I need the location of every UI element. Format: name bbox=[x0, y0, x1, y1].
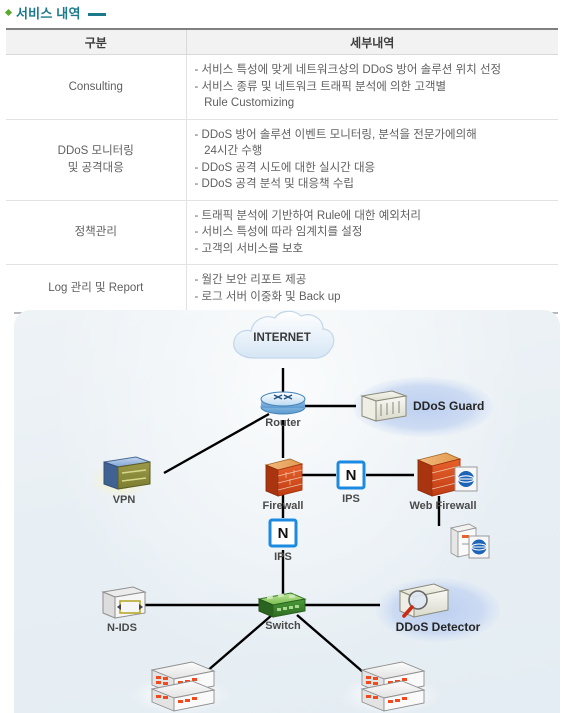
nids-label: N-IDS bbox=[107, 622, 137, 634]
page-root: 서비스 내역 구분 세부내역 Consulting - 서비스 특성에 맞게 네… bbox=[0, 0, 564, 713]
switch-label: Switch bbox=[265, 620, 301, 632]
row-category: Consulting bbox=[6, 54, 187, 120]
vpn-label: VPN bbox=[113, 494, 136, 506]
ips-mid-label: IPS bbox=[274, 551, 292, 563]
ips-top-label: IPS bbox=[342, 493, 360, 505]
internet-cloud-node[interactable]: INTERNET bbox=[233, 310, 335, 359]
table-header-category: 구분 bbox=[6, 30, 187, 55]
detail-line: - 트래픽 분석에 기반하여 Rule에 대한 예외처리 bbox=[194, 209, 422, 222]
server-stack-left[interactable] bbox=[150, 661, 216, 712]
section-title: 서비스 내역 bbox=[4, 2, 106, 22]
nids-node[interactable]: N-IDS bbox=[101, 586, 147, 634]
detail-line: Rule Customizing bbox=[194, 97, 295, 109]
detail-line: - 고객의 서비스를 보호 bbox=[194, 242, 304, 255]
detail-line: - DDoS 공격 분석 및 대응책 수립 bbox=[194, 178, 354, 190]
link-router-vpn bbox=[163, 412, 270, 475]
service-table-wrapper: 구분 세부내역 Consulting - 서비스 특성에 맞게 네트워크상의 D… bbox=[6, 28, 558, 314]
router-node[interactable]: Router bbox=[260, 391, 306, 429]
ips-mid-letter: N bbox=[278, 525, 289, 542]
row-details: - 트래픽 분석에 기반하여 Rule에 대한 예외처리 - 서비스 특성에 따… bbox=[186, 200, 558, 265]
link-switch-serverleft bbox=[205, 614, 273, 673]
detail-line: - 로그 서버 이중화 및 Back up bbox=[194, 290, 341, 303]
table-header-row: 구분 세부내역 bbox=[6, 30, 558, 55]
diagram-left-gutter bbox=[0, 302, 14, 713]
link-switch-serverright bbox=[296, 614, 364, 673]
row-category: DDoS 모니터링 및 공격대응 bbox=[6, 119, 187, 201]
ddos-detector-label: DDoS Detector bbox=[396, 620, 481, 634]
detail-line: - 서비스 특성에 맞게 네트워크상의 DDoS 방어 솔루션 위치 선정 bbox=[194, 64, 502, 76]
detail-line: - DDoS 공격 시도에 대한 실시간 대응 bbox=[194, 161, 376, 174]
web-firewall-label: Web Firewall bbox=[409, 500, 476, 512]
web-server-node[interactable] bbox=[449, 523, 490, 559]
table-row: DDoS 모니터링 및 공격대응 - DDoS 방어 솔루션 이벤트 모니터링,… bbox=[6, 119, 558, 201]
router-label: Router bbox=[265, 417, 301, 429]
switch-node[interactable]: Switch bbox=[257, 592, 307, 632]
network-diagram-panel: INTERNET Router DDoS Guard VPN Firewall … bbox=[14, 310, 560, 713]
detail-line: 24시간 수행 bbox=[194, 145, 263, 157]
table-header-details: 세부내역 bbox=[186, 30, 558, 55]
ips-mid-node[interactable]: N IPS bbox=[268, 518, 298, 563]
title-underline-rule bbox=[87, 12, 106, 16]
network-diagram-svg: INTERNET Router DDoS Guard VPN Firewall … bbox=[90, 310, 500, 713]
web-firewall-node[interactable]: Web Firewall bbox=[409, 452, 478, 512]
section-title-text: 서비스 내역 bbox=[16, 5, 81, 21]
row-details: - 월간 보안 리포트 제공 - 로그 서버 이중화 및 Back up bbox=[186, 265, 558, 313]
detail-line: - 서비스 종류 및 네트워크 트래픽 분석에 의한 고객별 bbox=[194, 80, 447, 93]
ddos-guard-label: DDoS Guard bbox=[413, 399, 484, 413]
firewall-node[interactable]: Firewall bbox=[263, 458, 304, 512]
ips-top-letter: N bbox=[346, 467, 357, 484]
row-details: - DDoS 방어 솔루션 이벤트 모니터링, 분석을 전문가에의해 24시간 … bbox=[186, 119, 558, 201]
row-details: - 서비스 특성에 맞게 네트워크상의 DDoS 방어 솔루션 위치 선정 - … bbox=[186, 54, 558, 120]
server-stack-right[interactable] bbox=[360, 661, 426, 712]
row-category: Log 관리 및 Report bbox=[6, 264, 187, 312]
ips-top-node[interactable]: N IPS bbox=[336, 460, 366, 505]
table-row: Log 관리 및 Report - 월간 보안 리포트 제공 - 로그 서버 이… bbox=[6, 264, 558, 313]
detail-line: - 월간 보안 리포트 제공 bbox=[194, 274, 307, 286]
table-row: 정책관리 - 트래픽 분석에 기반하여 Rule에 대한 예외처리 - 서비스 … bbox=[6, 200, 558, 265]
detail-line: - 서비스 특성에 따라 임계치를 설정 bbox=[194, 226, 363, 238]
firewall-label: Firewall bbox=[263, 500, 304, 512]
internet-label: INTERNET bbox=[253, 332, 311, 344]
row-category: 정책관리 bbox=[6, 200, 187, 265]
detail-line: - DDoS 방어 솔루션 이벤트 모니터링, 분석을 전문가에의해 bbox=[194, 128, 477, 141]
vpn-node[interactable]: VPN bbox=[103, 456, 151, 506]
table-row: Consulting - 서비스 특성에 맞게 네트워크상의 DDoS 방어 솔… bbox=[6, 54, 558, 120]
bullet-icon bbox=[4, 8, 13, 16]
service-table: 구분 세부내역 Consulting - 서비스 특성에 맞게 네트워크상의 D… bbox=[6, 30, 558, 312]
